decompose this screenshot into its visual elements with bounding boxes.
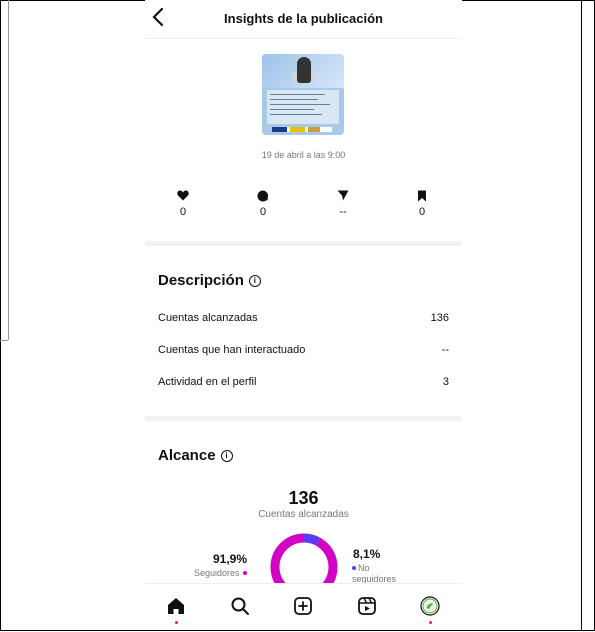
metric-label: Cuentas alcanzadas <box>158 312 258 324</box>
post-thumbnail[interactable] <box>262 54 344 135</box>
non-followers-label: No seguidores <box>352 563 397 584</box>
section-divider <box>145 241 462 246</box>
saves-stat: 0 <box>407 190 437 218</box>
metric-label: Actividad en el perfil <box>158 376 257 388</box>
bottom-tab-bar <box>145 583 462 632</box>
page-title: Insights de la publicación <box>224 11 383 26</box>
instagram-insights-screen: Insights de la publicación 19 de abril a… <box>145 0 462 632</box>
comments-count: 0 <box>259 206 267 218</box>
comments-stat: 0 <box>248 190 278 218</box>
info-icon[interactable]: i <box>248 275 261 287</box>
followers-percent: 91,9% <box>213 552 248 566</box>
share-icon <box>328 190 358 204</box>
likes-count: 0 <box>179 206 187 218</box>
shares-stat: -- <box>328 190 358 218</box>
metric-label: Cuentas que han interactuado <box>158 344 306 356</box>
non-followers-legend-dot <box>352 566 356 570</box>
bookmark-icon <box>407 190 437 204</box>
reach-heading: Alcance i <box>158 447 233 464</box>
metric-value: 3 <box>442 376 449 388</box>
non-followers-percent: 8,1% <box>353 547 381 561</box>
search-icon[interactable] <box>229 595 251 617</box>
frame-rule <box>581 0 582 631</box>
reach-count-label: Cuentas alcanzadas <box>258 509 349 520</box>
comment-icon <box>248 190 278 204</box>
post-date: 19 de abril a las 9:00 <box>261 150 346 160</box>
likes-stat: 0 <box>168 190 198 218</box>
metric-value: -- <box>441 344 449 356</box>
heart-icon <box>168 190 198 204</box>
info-icon[interactable]: i <box>220 450 233 462</box>
home-activity-dot <box>175 621 178 624</box>
home-icon[interactable] <box>165 595 187 617</box>
create-icon[interactable] <box>292 595 314 617</box>
frame-rule-left-h <box>0 340 8 341</box>
frame-rule-left <box>8 0 9 340</box>
followers-label: Seguidores <box>194 568 247 578</box>
section-divider <box>145 416 462 421</box>
followers-legend-dot <box>242 571 247 575</box>
reels-icon[interactable] <box>356 595 378 617</box>
profile-avatar-icon[interactable] <box>419 595 441 617</box>
metric-value: 136 <box>430 312 449 324</box>
reach-count: 136 <box>288 488 319 508</box>
profile-activity-dot <box>429 621 432 624</box>
saves-count: 0 <box>418 206 426 218</box>
header: Insights de la publicación <box>145 0 462 39</box>
shares-count: -- <box>339 206 347 218</box>
description-heading: Descripción i <box>158 272 261 289</box>
